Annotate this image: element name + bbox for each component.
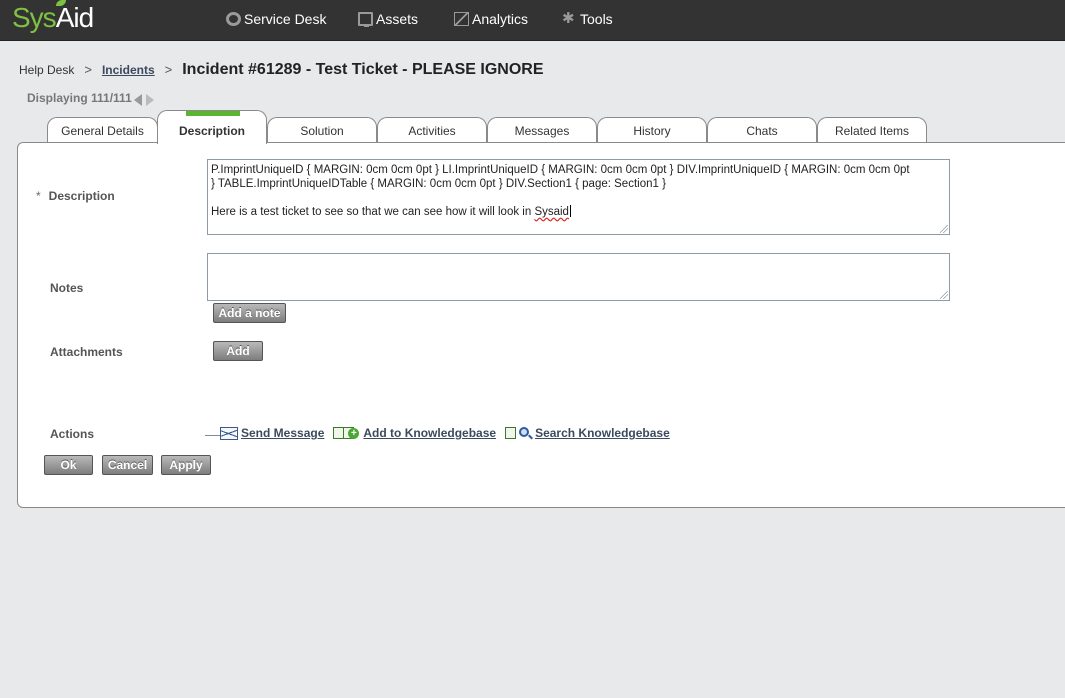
sysaid-logo[interactable]: SysAid (12, 2, 94, 34)
breadcrumb-separator: > (84, 62, 92, 77)
previous-record-icon[interactable] (133, 94, 142, 106)
top-navigation-bar: SysAid Service Desk Assets Analytics ✱ T… (0, 0, 1065, 41)
description-text-line: } TABLE.ImprintUniqueIDTable { MARGIN: 0… (211, 178, 666, 190)
chart-icon (454, 12, 469, 26)
breadcrumb-help-desk: Help Desk (19, 63, 75, 77)
nav-service-desk[interactable]: Service Desk (226, 10, 326, 28)
next-record-icon[interactable] (145, 94, 154, 106)
description-label-text: Description (48, 189, 115, 203)
add-to-knowledgebase-action[interactable]: + Add to Knowledgebase (333, 426, 496, 440)
tab-related-items[interactable]: Related Items (817, 117, 927, 143)
tab-label: General Details (61, 124, 144, 138)
logo-aid-text: Aid (55, 2, 94, 33)
tab-solution[interactable]: Solution (267, 117, 377, 143)
tab-label: Messages (514, 124, 570, 138)
tab-label: Chats (746, 124, 778, 138)
tab-label: History (633, 124, 671, 138)
tab-label: Description (178, 124, 245, 138)
add-note-button[interactable]: Add a note (213, 303, 286, 323)
search-knowledgebase-action[interactable]: Search Knowledgebase (505, 426, 670, 440)
breadcrumb-separator: > (164, 62, 173, 77)
tab-chats[interactable]: Chats (707, 117, 817, 143)
tab-general-details[interactable]: General Details (47, 117, 158, 143)
required-mark: * (36, 189, 41, 203)
record-pager: Displaying 111/111 (27, 90, 154, 106)
ok-button[interactable]: Ok (44, 455, 93, 475)
cancel-button[interactable]: Cancel (102, 455, 153, 475)
description-text-line: P.ImprintUniqueID { MARGIN: 0cm 0cm 0pt … (211, 164, 910, 176)
nav-service-desk-label: Service Desk (244, 11, 327, 27)
apply-button[interactable]: Apply (161, 455, 211, 475)
breadcrumb: Help Desk > Incidents > Incident #61289 … (19, 61, 544, 79)
search-book-icon (505, 426, 531, 440)
monitor-icon (358, 12, 373, 27)
add-attachment-button[interactable]: Add (213, 341, 263, 361)
service-desk-icon (226, 12, 241, 26)
envelope-icon (205, 426, 238, 440)
attachments-label: Attachments (50, 345, 123, 359)
add-to-knowledgebase-link[interactable]: Add to Knowledgebase (363, 426, 496, 440)
send-message-link[interactable]: Send Message (241, 426, 324, 440)
page-title: Incident #61289 - Test Ticket - PLEASE I… (182, 61, 544, 78)
notes-label: Notes (50, 281, 84, 295)
tab-label: Related Items (834, 124, 910, 138)
nav-assets[interactable]: Assets (358, 10, 418, 28)
misspelled-word: Sysaid (534, 206, 569, 218)
actions-bar: Send Message + Add to Knowledgebase Sear… (205, 426, 679, 440)
displaying-count: Displaying 111/111 (27, 91, 132, 105)
nav-tools-label: Tools (580, 11, 613, 27)
notes-textarea[interactable] (207, 253, 950, 301)
actions-label: Actions (50, 427, 95, 441)
add-book-icon: + (333, 426, 360, 440)
description-textarea[interactable]: P.ImprintUniqueID { MARGIN: 0cm 0cm 0pt … (207, 159, 950, 235)
puzzle-icon: ✱ (562, 10, 575, 27)
send-message-action[interactable]: Send Message (205, 426, 324, 440)
nav-assets-label: Assets (376, 11, 419, 27)
description-label: * Description (36, 189, 115, 203)
resize-handle[interactable] (940, 291, 948, 299)
tab-label: Solution (300, 124, 344, 138)
tab-activities[interactable]: Activities (377, 117, 487, 143)
nav-analytics[interactable]: Analytics (454, 10, 528, 28)
nav-analytics-label: Analytics (472, 11, 529, 27)
tab-description[interactable]: Description (157, 110, 267, 144)
tab-history[interactable]: History (597, 117, 707, 143)
logo-sys-text: Sys (12, 2, 57, 33)
text-caret (569, 205, 571, 217)
search-knowledgebase-link[interactable]: Search Knowledgebase (535, 426, 670, 440)
nav-tools[interactable]: ✱ Tools (562, 10, 613, 28)
resize-handle[interactable] (940, 225, 948, 233)
breadcrumb-incidents-link[interactable]: Incidents (102, 63, 155, 77)
tab-label: Activities (408, 124, 456, 138)
description-text-line: Here is a test ticket to see so that we … (211, 206, 535, 218)
tab-messages[interactable]: Messages (487, 117, 597, 143)
